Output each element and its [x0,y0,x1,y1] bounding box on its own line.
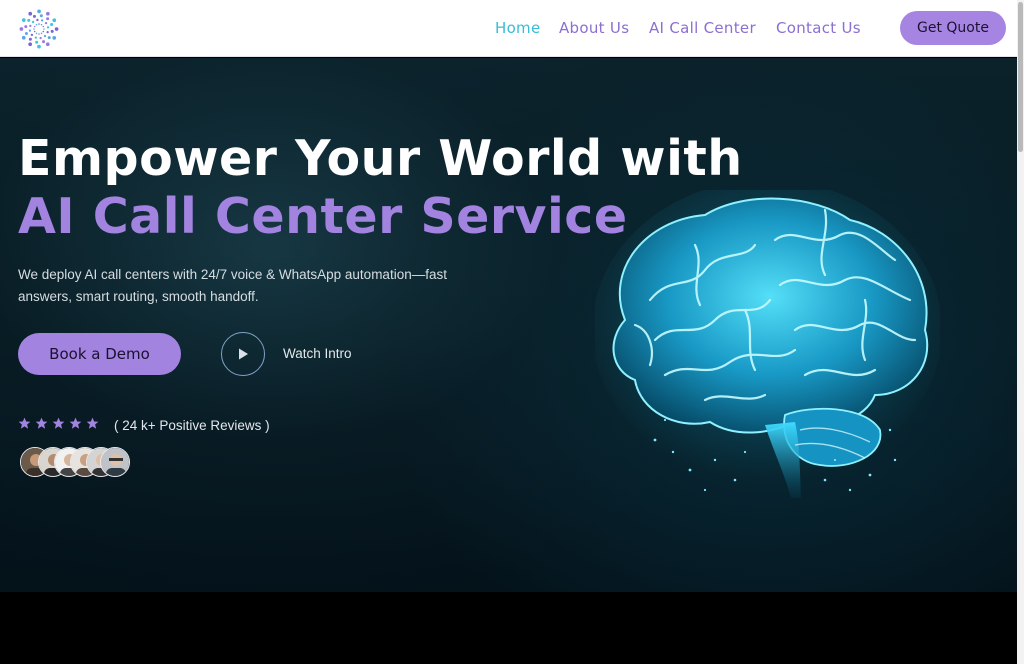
star-icon [86,417,99,429]
nav-home[interactable]: Home [495,19,541,37]
star-icon [35,417,48,429]
glowing-brain-illustration [595,190,940,498]
reviews-count: ( 24 k+ Positive Reviews ) [114,418,270,433]
watch-intro-play-button[interactable] [221,332,265,376]
next-section-strip [0,592,1017,664]
book-demo-button[interactable]: Book a Demo [18,333,181,375]
star-icon [52,417,65,429]
nav-ai-call-center[interactable]: AI Call Center [649,19,756,37]
avatar [100,447,130,477]
hero-title-line2: AI Call Center Service [18,188,628,245]
watch-intro-label[interactable]: Watch Intro [283,346,352,361]
star-icon [18,417,31,429]
hero-section: Empower Your World with AI Call Center S… [0,58,1017,592]
reviewer-avatars [20,447,130,481]
play-icon [239,348,248,360]
rating-stars [18,417,99,430]
site-header: Home About Us AI Call Center Contact Us … [0,0,1017,57]
nav-about-us[interactable]: About Us [559,19,629,37]
get-quote-button[interactable]: Get Quote [900,11,1006,45]
scrollbar[interactable] [1017,0,1024,664]
hero-title-line1: Empower Your World with [18,130,743,187]
scrollbar-thumb[interactable] [1018,2,1023,152]
hero-subtitle: We deploy AI call centers with 24/7 voic… [18,267,447,304]
star-icon [69,417,82,429]
nav-contact-us[interactable]: Contact Us [776,19,861,37]
logo-icon[interactable] [18,8,60,50]
